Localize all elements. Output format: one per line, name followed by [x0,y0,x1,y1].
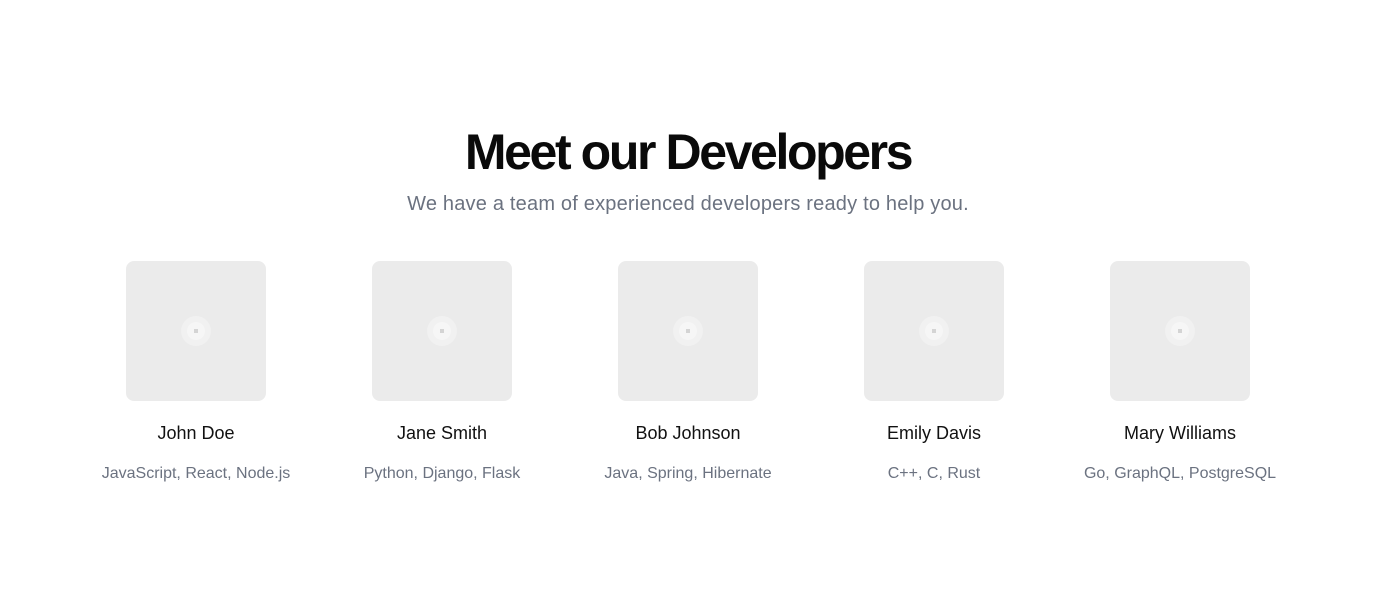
section-subtitle: We have a team of experienced developers… [407,193,969,215]
image-placeholder-icon [181,316,211,346]
developer-card-mary-williams: Mary Williams Go, GraphQL, PostgreSQL [1057,261,1303,485]
section-title: Meet our Developers [464,124,914,180]
developer-name: Bob Johnson [635,423,741,443]
avatar [1110,261,1250,401]
avatar [126,261,266,401]
image-placeholder-icon [1165,316,1195,346]
developer-card-bob-johnson: Bob Johnson Java, Spring, Hibernate [565,261,811,485]
image-placeholder-icon [919,316,949,346]
developer-card-emily-davis: Emily Davis C++, C, Rust [811,261,1057,485]
developer-skills: C++, C, Rust [887,465,981,482]
developer-skills: JavaScript, React, Node.js [101,465,291,482]
developer-name: Jane Smith [396,423,488,443]
developer-skills: Java, Spring, Hibernate [604,465,772,482]
developer-skills: Python, Django, Flask [363,465,521,482]
developer-skills: Go, GraphQL, PostgreSQL [1083,465,1277,482]
avatar [618,261,758,401]
developer-name: John Doe [157,423,235,443]
avatar [864,261,1004,401]
developer-name: Mary Williams [1124,423,1236,443]
image-placeholder-icon [673,316,703,346]
avatar [372,261,512,401]
developer-name: Emily Davis [886,423,981,443]
developer-card-john-doe: John Doe JavaScript, React, Node.js [73,261,319,485]
image-placeholder-icon [427,316,457,346]
developers-section: Meet our Developers We have a team of ex… [0,0,1376,613]
developer-card-jane-smith: Jane Smith Python, Django, Flask [319,261,565,485]
